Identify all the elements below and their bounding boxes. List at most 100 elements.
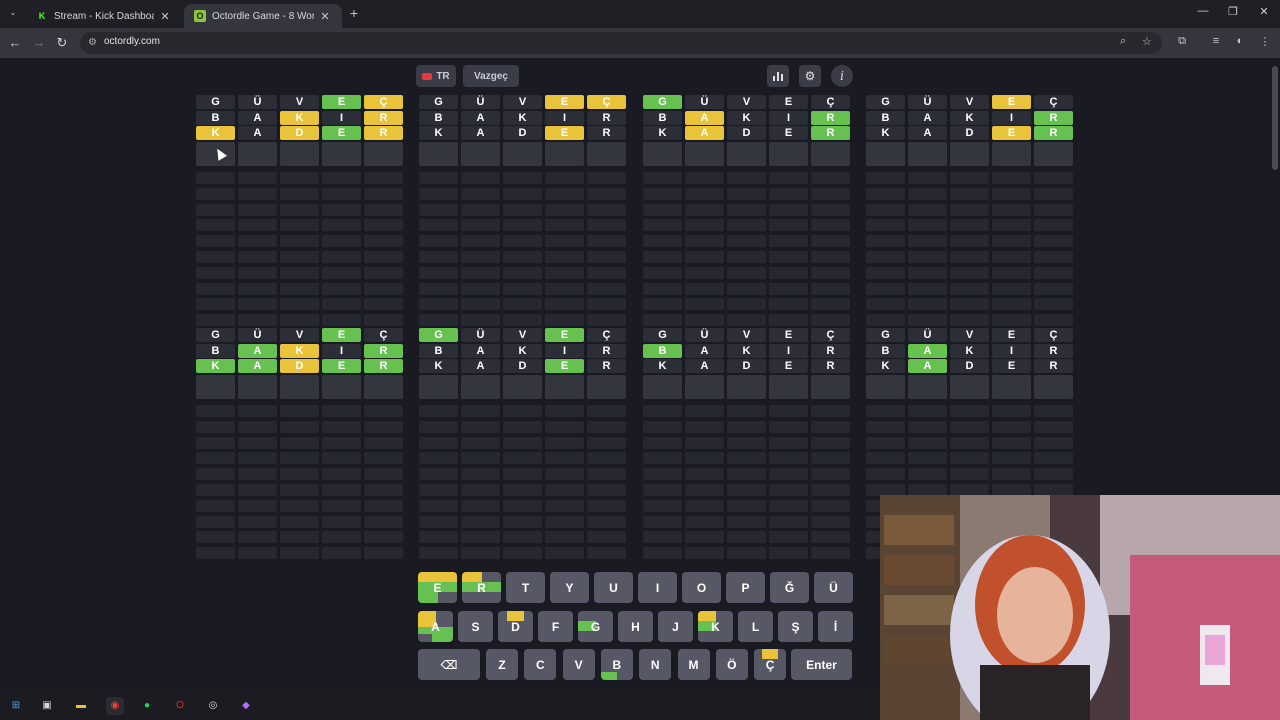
key-ğ[interactable]: Ğ	[770, 572, 809, 603]
tab-search-icon[interactable]: ⌄	[6, 6, 20, 20]
empty-tile	[950, 314, 989, 327]
empty-row	[866, 436, 1073, 451]
empty-tile	[643, 515, 682, 528]
empty-row	[866, 203, 1073, 218]
key-z[interactable]: Z	[486, 649, 518, 680]
zoom-icon[interactable]: ⌕	[1120, 35, 1126, 48]
opera-icon[interactable]: O	[171, 697, 189, 715]
key-label: N	[650, 657, 660, 672]
file-explorer-icon[interactable]: ▬	[72, 697, 90, 715]
bookmark-star-icon[interactable]: ☆	[1142, 35, 1152, 48]
key-ö[interactable]: Ö	[715, 649, 748, 680]
letter-tile: E	[545, 95, 584, 109]
empty-tile	[950, 468, 989, 481]
key-f[interactable]: F	[538, 611, 573, 642]
key-i̇[interactable]: İ	[818, 611, 853, 642]
restore-icon[interactable]: ❐	[1218, 5, 1248, 18]
address-bar[interactable]: ⚙ octordly.com ⌕ ☆	[80, 32, 1162, 54]
key-a[interactable]: A	[418, 611, 453, 642]
key-v[interactable]: V	[562, 649, 595, 680]
key-i[interactable]: I	[638, 572, 677, 603]
give-up-button[interactable]: Vazgeç	[463, 65, 519, 87]
profile-icon[interactable]: ◐	[1232, 35, 1248, 47]
letter-tile: B	[866, 111, 905, 125]
key-o[interactable]: O	[682, 572, 721, 603]
key-ç[interactable]: Ç	[754, 649, 787, 680]
key-l[interactable]: L	[738, 611, 773, 642]
key-m[interactable]: M	[677, 649, 710, 680]
empty-tile	[587, 172, 626, 184]
key-j[interactable]: J	[658, 611, 693, 642]
info-button[interactable]: i	[831, 65, 853, 87]
key-e[interactable]: E	[418, 572, 457, 603]
key-r[interactable]: R	[462, 572, 501, 603]
stats-button[interactable]	[767, 65, 789, 87]
windows-start-icon[interactable]: ⊞	[7, 697, 25, 715]
key-y[interactable]: Y	[550, 572, 589, 603]
key-k[interactable]: K	[698, 611, 733, 642]
empty-tile	[280, 298, 319, 311]
empty-tile	[811, 314, 850, 327]
close-tab-icon[interactable]: ✕	[318, 10, 332, 23]
letter-tile: I	[545, 344, 584, 358]
site-info-icon[interactable]: ⚙	[88, 37, 97, 48]
language-button[interactable]: TR	[416, 65, 456, 87]
empty-tile	[811, 298, 850, 311]
key-ü[interactable]: Ü	[814, 572, 853, 603]
empty-row	[419, 251, 626, 265]
media-icon[interactable]: ≡	[1208, 35, 1224, 47]
letter-tile: D	[280, 126, 319, 140]
empty-tile	[866, 266, 905, 279]
forward-icon[interactable]: →	[30, 34, 48, 52]
empty-tile	[811, 499, 850, 512]
empty-tile	[419, 298, 458, 311]
backspace-key[interactable]: ⌫	[418, 649, 480, 680]
empty-tile	[908, 452, 947, 465]
back-icon[interactable]: ←	[6, 34, 24, 52]
empty-row	[196, 172, 403, 186]
empty-tile	[769, 405, 808, 417]
key-n[interactable]: N	[639, 649, 672, 680]
key-d[interactable]: D	[498, 611, 533, 642]
close-window-icon[interactable]: ✕	[1249, 5, 1279, 18]
new-tab-icon[interactable]: +	[346, 5, 362, 21]
letter-tile: E	[992, 328, 1031, 342]
key-c[interactable]: C	[524, 649, 557, 680]
key-b[interactable]: B	[600, 649, 633, 680]
empty-tile	[950, 405, 989, 417]
empty-tile	[280, 187, 319, 200]
backspace-icon: ⌫	[440, 657, 458, 672]
obs-icon[interactable]: ◎	[204, 697, 222, 715]
key-s[interactable]: S	[458, 611, 493, 642]
key-p[interactable]: P	[726, 572, 765, 603]
key-t[interactable]: T	[506, 572, 545, 603]
extensions-icon[interactable]: ⧉	[1174, 35, 1190, 48]
empty-tile	[364, 499, 403, 512]
letter-tile: V	[950, 95, 989, 109]
tab-kick-dashboard[interactable]: K Stream - Kick Dashboard ✕	[26, 4, 182, 28]
reload-icon[interactable]: ↻	[53, 34, 71, 52]
empty-row	[866, 468, 1073, 482]
empty-row	[419, 298, 626, 312]
key-h[interactable]: H	[618, 611, 653, 642]
empty-row	[196, 314, 403, 328]
empty-tile	[503, 251, 542, 263]
close-tab-icon[interactable]: ✕	[158, 10, 172, 23]
key-g[interactable]: G	[578, 611, 613, 642]
app-icon[interactable]: ◆	[237, 697, 255, 715]
key-u[interactable]: U	[594, 572, 633, 603]
chrome-icon[interactable]: ◉	[106, 697, 124, 715]
menu-icon[interactable]: ⋮	[1257, 35, 1273, 48]
empty-tile	[643, 282, 682, 295]
enter-key[interactable]: Enter	[791, 649, 852, 680]
tab-octordle[interactable]: O Octordle Game - 8 Words Word ✕	[184, 4, 342, 28]
minimize-icon[interactable]: —	[1188, 5, 1218, 17]
empty-row	[196, 531, 403, 545]
spotify-icon[interactable]: ●	[138, 697, 156, 715]
page-scrollbar[interactable]	[1272, 66, 1278, 170]
key-ş[interactable]: Ş	[778, 611, 813, 642]
empty-row	[196, 515, 403, 530]
task-view-icon[interactable]: ▣	[38, 697, 56, 715]
empty-tile	[587, 468, 626, 481]
settings-button[interactable]: ⚙	[799, 65, 821, 87]
